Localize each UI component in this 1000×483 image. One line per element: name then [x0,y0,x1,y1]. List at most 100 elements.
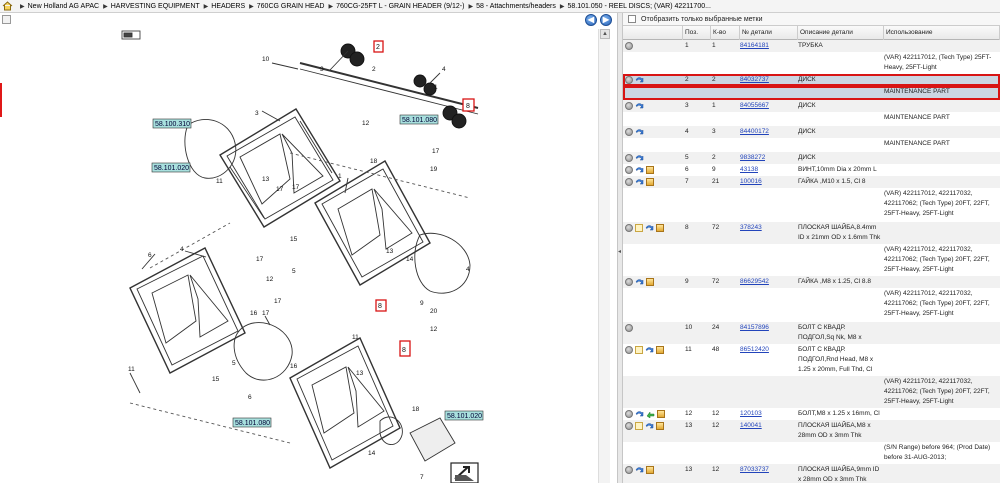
breadcrumb-item[interactable]: ▶ 760CG-25FT L - GRAIN HEADER (9/12-) [324,3,464,10]
diagram-item-number[interactable]: 7 [420,474,424,481]
callout-2[interactable]: 2 [376,44,380,51]
table-row[interactable]: 11 48 86512420 БОЛТ С КВАДР. ПОДГОЛ,Rnd Hea… [623,344,1000,383]
table-row[interactable]: (VAR) 422117012, (Tech Type) 25FT-Heavy,… [623,52,1000,74]
info-dot-icon[interactable] [625,128,633,136]
diagram-item-number[interactable]: 11 [128,366,135,373]
breadcrumb-item[interactable]: ▶ New Holland AG APAC [16,3,99,10]
diagram-item-number[interactable]: 17 [262,310,270,317]
package-icon[interactable] [646,466,654,474]
row-part-number[interactable]: 378243 [740,223,762,233]
table-row[interactable]: MAINTENANCE PART [623,112,1000,126]
diagram-item-number[interactable]: 4 [180,246,184,253]
info-dot-icon[interactable] [625,76,633,84]
table-row[interactable]: 6 9 43138 ВИНТ,10mm Dia x 20mm L [623,164,1000,176]
add-to-cart-icon[interactable] [635,76,644,84]
col-qty[interactable]: К-во [711,26,740,40]
row-part-number[interactable]: 84400172 [740,127,769,137]
package-icon[interactable] [646,166,654,174]
add-to-cart-icon[interactable] [635,154,644,162]
diagram-item-number[interactable]: 17 [292,184,300,191]
col-description[interactable]: Описание детали [798,26,884,40]
callout-8-a[interactable]: 8 [466,103,470,110]
table-row[interactable]: 10 24 84157896 БОЛТ С КВАДР. ПОДГОЛ,Sq Nk, … [623,322,1000,351]
row-part-number[interactable]: 84164181 [740,41,769,51]
diagram-item-number[interactable]: 6 [148,252,152,259]
package-icon[interactable] [656,224,664,232]
diagram-item-number[interactable]: 3 [320,66,324,73]
row-part-number[interactable]: 87033737 [740,465,769,475]
row-part-number[interactable]: 84157896 [740,323,769,333]
table-row[interactable]: MAINTENANCE PART [623,86,1000,100]
info-dot-icon[interactable] [625,166,633,174]
ref-box-4[interactable]: 58.101.080 [235,420,270,427]
table-row[interactable]: 5 2 9838272 ДИСК [623,152,1000,164]
diagram-item-number[interactable]: 14 [406,256,414,263]
table-row[interactable]: 4 3 84400172 ДИСК [623,126,1000,138]
table-row[interactable]: 9 72 86629542 ГАЙКА ,M8 x 1.25, Cl 8.8 [623,276,1000,288]
info-dot-icon[interactable] [625,102,633,110]
diagram-item-number[interactable]: 18 [412,406,420,413]
col-usage[interactable]: Использование [884,26,1000,40]
diagram-item-number[interactable]: 16 [250,310,258,317]
ref-box-2[interactable]: 58.101.080 [402,117,437,124]
diagram-item-number[interactable]: 17 [276,186,284,193]
package-icon[interactable] [646,178,654,186]
info-dot-icon[interactable] [625,466,633,474]
package-icon[interactable] [656,346,664,354]
scroll-up-icon[interactable]: ▲ [600,29,610,39]
diagram-item-number[interactable]: 12 [430,326,438,333]
table-row[interactable]: 7 21 100016 ГАЙКА ,M10 x 1.5, Cl 8 [623,176,1000,188]
diagram-item-number[interactable]: 15 [212,376,220,383]
breadcrumb-item[interactable]: ▶ HARVESTING EQUIPMENT [99,3,200,10]
add-to-cart-icon[interactable] [645,224,654,232]
export-arrow-icon[interactable] [450,462,479,483]
row-part-number[interactable]: 84032737 [740,75,769,85]
note-icon[interactable] [635,346,643,354]
table-row[interactable]: 13 12 87033737 ПЛОСКАЯ ШАЙБА,9mm ID x 28mm … [623,464,1000,483]
info-dot-icon[interactable] [625,42,633,50]
table-row[interactable]: (VAR) 422117012, 422117032, 422117062; (… [623,288,1000,322]
info-dot-icon[interactable] [625,422,633,430]
splitter-grip-icon[interactable]: ◂ [618,248,622,256]
add-to-cart-icon[interactable] [635,166,644,174]
table-row[interactable]: 3 1 84055667 ДИСК [623,100,1000,112]
table-row[interactable]: (VAR) 422117012, 422117032, 422117062; (… [623,244,1000,276]
info-dot-icon[interactable] [625,410,633,418]
show-selected-checkbox[interactable] [628,15,636,23]
table-row[interactable]: 13 12 140041 ПЛОСКАЯ ШАЙБА,M8 x 28mm OD x 3… [623,420,1000,442]
diagram-item-number[interactable]: 1 [338,173,342,180]
add-to-cart-icon[interactable] [635,278,644,286]
add-to-cart-icon[interactable] [645,422,654,430]
info-dot-icon[interactable] [625,224,633,232]
add-to-cart-icon[interactable] [635,178,644,186]
diagram-item-number[interactable]: 5 [232,360,236,367]
add-to-cart-icon[interactable] [635,128,644,136]
table-row[interactable]: 1212120103БОЛТ,M8 x 1.25 x 16mm, Cl 8.8 [623,408,1000,427]
row-part-number[interactable]: 43138 [740,165,758,175]
diagram-item-number[interactable]: 11 [216,178,223,185]
info-dot-icon[interactable] [625,324,633,332]
diagram-item-number[interactable]: 9 [420,300,424,307]
diagram-item-number[interactable]: 12 [362,120,370,127]
row-part-number[interactable]: 140041 [740,421,762,431]
breadcrumb-item[interactable]: ▶ 760CG GRAIN HEAD [245,3,324,10]
add-to-cart-icon[interactable] [635,102,644,110]
package-icon[interactable] [657,410,665,418]
note-icon[interactable] [635,422,643,430]
diagram-item-number[interactable]: 14 [368,450,376,457]
diagram-item-number[interactable]: 17 [432,148,440,155]
diagram-item-number[interactable]: 11 [352,334,359,341]
table-row[interactable]: (VAR) 422117012, 422117032, 422117062; (… [623,188,1000,222]
diagram-item-number[interactable]: 5 [292,268,296,275]
diagram-item-number[interactable]: 12 [266,276,274,283]
col-pos[interactable]: Поз. [683,26,711,40]
info-dot-icon[interactable] [625,154,633,162]
diagram-item-number[interactable]: 16 [290,363,298,370]
package-icon[interactable] [646,278,654,286]
ref-box-3[interactable]: 58.101.020 [154,165,189,172]
add-to-cart-icon[interactable] [645,346,654,354]
green-arrow-icon[interactable] [646,410,655,419]
row-part-number[interactable]: 86629542 [740,277,769,287]
diagram-item-number[interactable]: 1 [434,84,438,91]
row-part-number[interactable]: 100016 [740,177,762,187]
